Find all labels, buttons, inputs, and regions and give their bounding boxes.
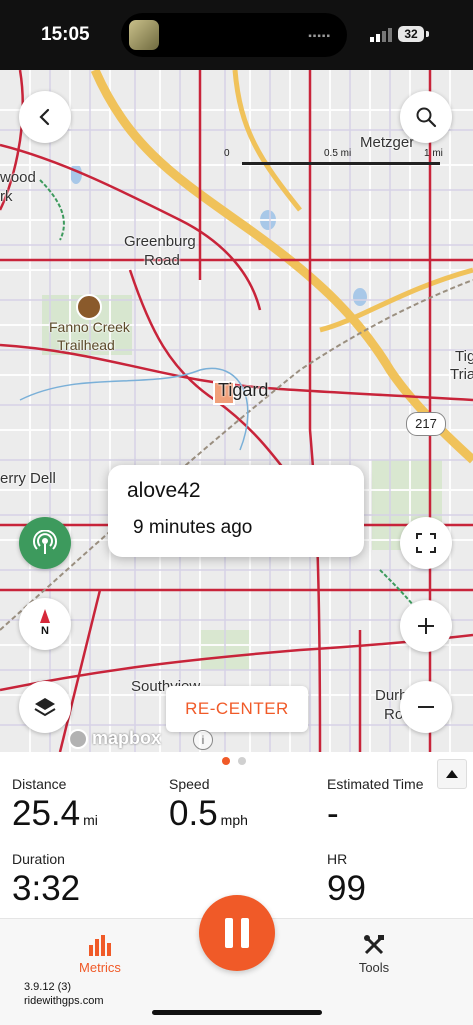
mapbox-text: mapbox [92, 728, 162, 748]
estimated-time-value: - [327, 794, 339, 833]
pause-button[interactable] [199, 895, 275, 971]
map-label-tria: Tria [450, 366, 473, 383]
app-version-info: 3.9.12 (3) ridewithgps.com [24, 980, 103, 1008]
tab-metrics[interactable]: Metrics [70, 933, 130, 975]
map-scale-bar: 0 0.5 mi 1 mi [224, 148, 464, 172]
plus-icon [418, 618, 434, 634]
pager-dot-1[interactable] [222, 757, 230, 765]
island-activity-icon: ▪▪▪▪▪ [308, 31, 331, 42]
trailhead-pin-icon[interactable] [76, 294, 102, 320]
scale-one: 1 mi [424, 148, 443, 159]
chevron-left-icon [39, 108, 50, 126]
zoom-out-button[interactable] [400, 681, 452, 733]
expand-icon [416, 533, 436, 553]
tab-tools-label: Tools [358, 960, 390, 975]
pause-icon-bar-right [241, 918, 249, 948]
map-label-greenburg-road: Road [144, 252, 180, 269]
popup-username: alove42 [127, 479, 201, 502]
mapbox-logo-icon [68, 728, 88, 749]
search-button[interactable] [400, 91, 452, 143]
duration-label: Duration [12, 851, 65, 867]
battery-tip [426, 31, 429, 37]
map-layers-button[interactable] [19, 681, 71, 733]
live-tracking-button[interactable] [19, 517, 71, 569]
map-label-perry-dell: erry Dell [0, 470, 56, 487]
scale-half: 0.5 mi [324, 148, 352, 159]
compass-button[interactable]: N [19, 598, 71, 650]
map-view[interactable]: Metzger wood rk Greenburg Road Fanno Cre… [0, 70, 473, 752]
status-time: 15:05 [41, 24, 90, 45]
distance-label: Distance [12, 776, 67, 792]
status-bar: 15:05 ▪▪▪▪▪ 32 [0, 0, 473, 70]
speed-unit: mph [220, 812, 248, 828]
map-label-tigard: Tigard [218, 380, 269, 400]
broadcast-icon [33, 530, 57, 554]
zoom-in-button[interactable] [400, 600, 452, 652]
popup-time-ago: 9 minutes ago [133, 517, 253, 538]
speed-value: 0.5 mph [169, 794, 248, 834]
hr-label: HR [327, 851, 348, 867]
map-label-rk: rk [0, 188, 13, 205]
tab-tools[interactable]: Tools [344, 933, 404, 975]
distance-unit: mi [83, 812, 98, 828]
map-label-fanno-creek: Fanno Creek [49, 319, 130, 335]
info-icon[interactable]: i [193, 730, 213, 750]
home-indicator [152, 1010, 322, 1015]
compass-n-label: N [41, 625, 49, 637]
mapbox-attribution[interactable]: mapbox [68, 728, 161, 749]
metrics-pager[interactable] [222, 757, 246, 765]
tab-metrics-label: Metrics [79, 960, 121, 975]
recenter-button[interactable]: RE-CENTER [166, 686, 308, 732]
version-number: 3.9.12 (3) [24, 981, 72, 993]
route-shield: 217 [406, 412, 446, 436]
back-button[interactable] [19, 91, 71, 143]
duration-value: 3:32 [12, 869, 81, 908]
pause-icon-bar-left [225, 918, 233, 948]
distance-value: 25.4 mi [12, 794, 98, 834]
site-url: ridewithgps.com [24, 995, 104, 1007]
layers-icon [34, 698, 56, 717]
scale-line [242, 162, 440, 165]
map-label-wood: wood [0, 169, 36, 186]
pager-dot-2[interactable] [238, 757, 246, 765]
minus-icon [418, 706, 434, 708]
tools-icon [364, 935, 384, 955]
map-label-trailhead: Trailhead [57, 337, 115, 353]
speed-number: 0.5 [169, 794, 218, 833]
triangle-up-icon [446, 770, 458, 778]
map-label-greenburg: Greenburg [124, 233, 196, 250]
estimated-time-label: Estimated Time [327, 776, 424, 792]
signal-icon [370, 28, 392, 42]
distance-number: 25.4 [12, 794, 81, 833]
hr-value: 99 [327, 869, 366, 908]
fullscreen-button[interactable] [400, 517, 452, 569]
bar-chart-icon [89, 935, 111, 956]
speed-label: Speed [169, 776, 210, 792]
now-playing-thumbnail [129, 20, 159, 50]
rider-popup[interactable]: alove42 9 minutes ago [108, 465, 364, 557]
battery-icon: 32 [398, 26, 424, 42]
map-label-tig: Tig [455, 348, 473, 365]
collapse-button[interactable] [437, 759, 467, 789]
map-base-layer [0, 70, 473, 752]
search-icon [416, 107, 437, 128]
scale-zero: 0 [224, 148, 230, 159]
dynamic-island: ▪▪▪▪▪ [121, 13, 347, 57]
